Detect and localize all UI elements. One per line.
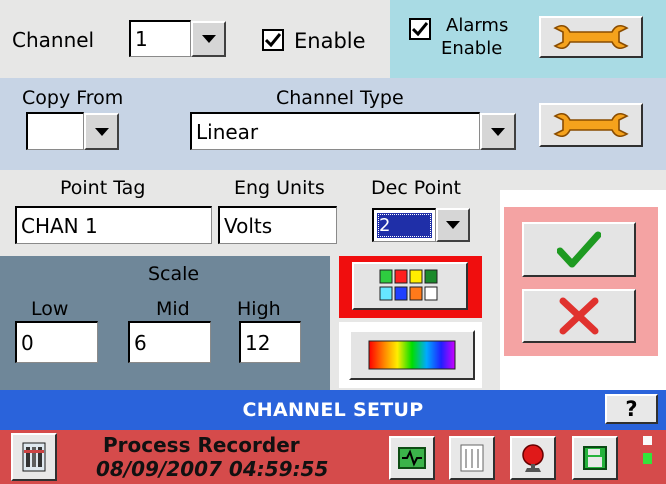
palette-swatch: [409, 286, 423, 301]
tools-button[interactable]: [11, 433, 57, 481]
channel-type-value: Linear: [196, 119, 259, 144]
page-title: CHANNEL SETUP: [242, 399, 424, 421]
status-indicator-bottom: [643, 453, 652, 464]
eng-units-label: Eng Units: [234, 177, 325, 199]
scale-high-label: High: [237, 298, 281, 320]
help-button[interactable]: ?: [605, 394, 658, 424]
channel-type-select[interactable]: Linear: [190, 112, 480, 150]
channel-dropdown-button[interactable]: [191, 21, 226, 57]
color-gradient-icon: [368, 340, 456, 370]
scale-low-field[interactable]: 0: [15, 321, 98, 363]
scale-label: Scale: [148, 263, 200, 285]
alarms-enable-line2: Enable: [441, 38, 503, 59]
channel-label: Channel: [12, 28, 95, 52]
chevron-down-icon: [491, 127, 505, 136]
recorder-button[interactable]: [389, 436, 435, 480]
cancel-button[interactable]: [522, 289, 636, 343]
checkmark-icon: [412, 22, 428, 36]
palette-swatch: [394, 286, 408, 301]
copy-from-label: Copy From: [22, 87, 124, 109]
palette-swatch: [424, 286, 438, 301]
checkmark-icon: [557, 231, 601, 267]
scale-high-value: 12: [245, 330, 271, 355]
channel-type-config-button[interactable]: [539, 103, 643, 147]
palette-swatch: [379, 269, 393, 284]
enable-checkbox[interactable]: [262, 29, 284, 51]
alarms-enable-checkbox[interactable]: [409, 18, 431, 40]
color-palette-icon: [379, 269, 438, 301]
palette-swatch: [394, 269, 408, 284]
chevron-down-icon: [94, 127, 109, 136]
confirm-button[interactable]: [522, 222, 636, 277]
chevron-down-icon: [446, 221, 460, 229]
scale-mid-label: Mid: [156, 298, 190, 320]
dec-point-label: Dec Point: [371, 177, 461, 199]
dec-point-select[interactable]: 2: [372, 208, 436, 242]
recorder-icon: [398, 447, 426, 469]
list-button[interactable]: [449, 436, 495, 480]
eng-units-field[interactable]: Volts: [218, 206, 337, 244]
list-icon: [460, 444, 484, 472]
color-gradient-button[interactable]: [349, 330, 475, 380]
dec-point-dropdown-button[interactable]: [436, 208, 470, 242]
help-icon: ?: [625, 397, 638, 421]
status-bar: Process Recorder 08/09/2007 04:59:55: [0, 430, 666, 484]
wrench-icon: [553, 24, 629, 50]
enable-label: Enable: [294, 29, 366, 53]
palette-swatch: [379, 286, 393, 301]
checkmark-icon: [265, 33, 281, 47]
alarms-enable-line1: Alarms: [446, 15, 509, 36]
channel-select-value: 1: [135, 27, 148, 51]
scale-mid-field[interactable]: 6: [128, 321, 211, 363]
channel-type-label: Channel Type: [276, 87, 404, 109]
point-tag-value: CHAN 1: [21, 213, 98, 238]
tools-icon: [22, 442, 46, 472]
status-indicator-top: [643, 436, 652, 445]
alarm-icon: [522, 444, 544, 472]
save-button[interactable]: [572, 436, 618, 480]
scale-low-value: 0: [21, 330, 34, 355]
dec-point-value: 2: [377, 213, 432, 238]
save-icon: [583, 446, 607, 470]
title-bar: CHANNEL SETUP: [0, 390, 666, 430]
scale-mid-value: 6: [134, 330, 147, 355]
color-palette-button[interactable]: [352, 262, 468, 310]
channel-select[interactable]: 1: [129, 20, 191, 57]
alarms-config-button[interactable]: [539, 16, 643, 58]
chevron-down-icon: [201, 35, 216, 43]
palette-swatch: [424, 269, 438, 284]
scale-low-label: Low: [31, 298, 69, 320]
point-tag-label: Point Tag: [60, 177, 146, 199]
palette-swatch: [409, 269, 423, 284]
copy-from-dropdown-button[interactable]: [84, 113, 119, 150]
alarm-button[interactable]: [510, 436, 556, 480]
copy-from-select[interactable]: [26, 112, 84, 150]
scale-high-field[interactable]: 12: [239, 321, 301, 363]
eng-units-value: Volts: [224, 213, 273, 238]
status-datetime: 08/09/2007 04:59:55: [96, 457, 329, 481]
wrench-icon: [553, 112, 629, 138]
app-name: Process Recorder: [103, 433, 300, 457]
channel-type-dropdown-button[interactable]: [480, 113, 516, 150]
point-tag-field[interactable]: CHAN 1: [15, 206, 212, 244]
x-icon: [559, 297, 599, 335]
